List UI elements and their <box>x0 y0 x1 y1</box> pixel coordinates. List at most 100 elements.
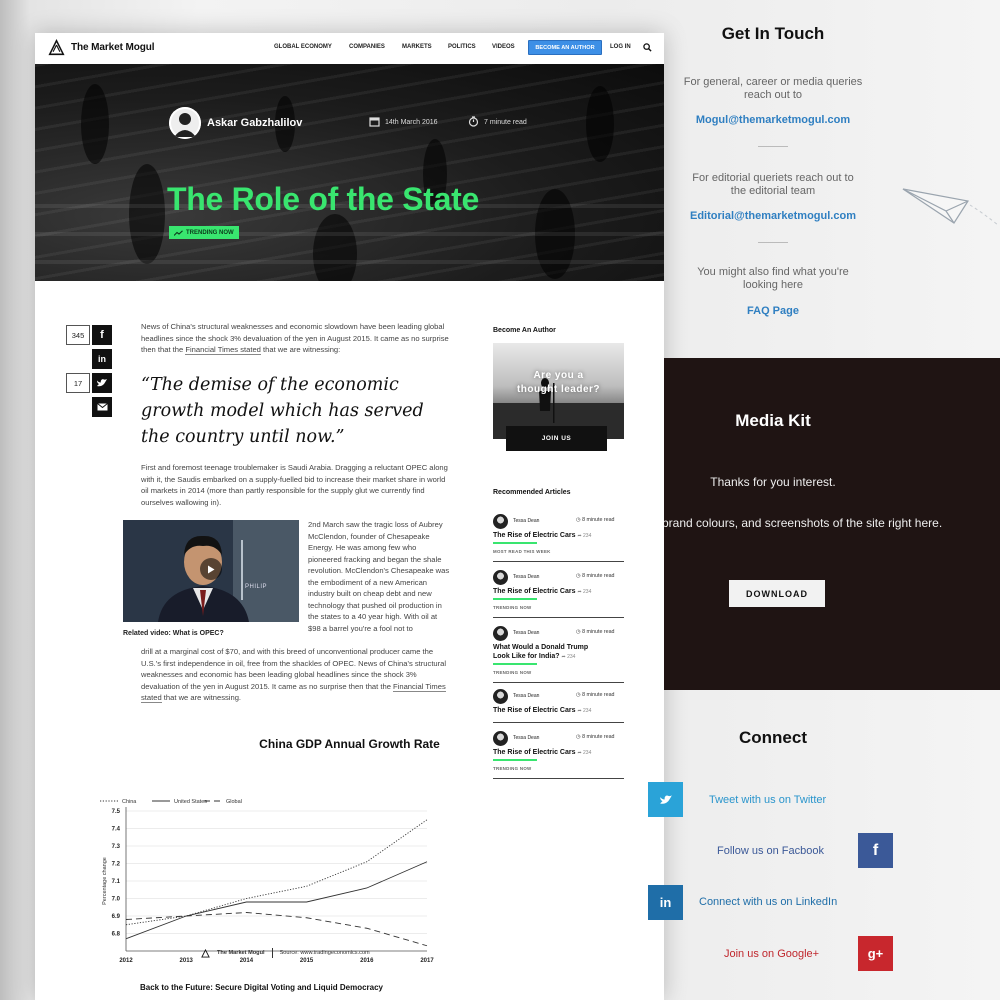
divider <box>493 617 624 618</box>
connect-title: Connect <box>739 728 807 747</box>
nav-videos[interactable]: VIDEOS <box>492 44 515 50</box>
rec-author[interactable]: Tessa Dean <box>513 693 539 699</box>
read-time: 7 minute read <box>484 119 527 126</box>
facebook-icon: f <box>100 329 104 341</box>
author-promo-text: Are you a thought leader? <box>493 369 624 397</box>
general-queries-line-2: reach out to <box>743 89 803 101</box>
avatar <box>493 570 508 585</box>
become-author-heading: Become An Author <box>493 327 556 334</box>
twitter-square[interactable] <box>648 782 683 817</box>
divider <box>493 682 624 683</box>
trend-up-icon <box>174 229 183 236</box>
site-logo[interactable]: The Market Mogul <box>48 39 155 56</box>
google-plus-icon: g+ <box>867 946 884 961</box>
chart-source: Source: www.tradingeconomics.com <box>279 950 370 956</box>
recommended-article[interactable]: Tessa Dean ◷ 8 minute read The Rise of E… <box>493 731 624 781</box>
video-watermark: PHILIP <box>245 584 268 590</box>
author-name[interactable]: Askar Gabzhalilov <box>207 117 302 129</box>
recommended-article[interactable]: Tessa Dean ◷ 8 minute read The Rise of E… <box>493 689 624 725</box>
media-kit-thanks: Thanks for you interest. <box>710 475 836 489</box>
rec-read-time-text: 8 minute read <box>582 734 615 740</box>
nav-companies[interactable]: COMPANIES <box>349 44 385 50</box>
get-in-touch-title: Get In Touch <box>721 24 825 43</box>
nav-politics[interactable]: POLITICS <box>448 44 476 50</box>
rec-title-text[interactable]: The Rise of Electric Cars <box>493 588 575 595</box>
trending-badge[interactable]: TRENDING NOW <box>169 226 239 239</box>
facebook-square[interactable]: f <box>858 833 893 868</box>
twitter-share-count: 17 <box>66 373 90 393</box>
google-plus-square[interactable]: g+ <box>858 936 893 971</box>
paragraph-text: that we are witnessing. <box>161 693 242 702</box>
join-us-button[interactable]: JOIN US <box>506 426 607 451</box>
rec-author[interactable]: Tessa Dean <box>513 574 539 580</box>
pull-quote: “The demise of the economic growth model… <box>141 375 424 447</box>
linkedin-square[interactable]: in <box>648 885 683 920</box>
download-button[interactable]: DOWNLOAD <box>729 580 825 607</box>
rec-title[interactable]: The Rise of Electric Cars ➦ 234 <box>493 748 624 758</box>
share-count-value: 234 <box>567 654 576 660</box>
author-promo-image[interactable]: Are you a thought leader? <box>493 343 624 439</box>
rec-title-text[interactable]: The Rise of Electric Cars <box>493 749 575 756</box>
y-tick-label: 7.2 <box>112 862 121 868</box>
author-portrait-icon <box>169 107 201 139</box>
email-icon <box>96 403 108 411</box>
legend-label: Global <box>226 799 242 805</box>
logo-icon <box>48 39 65 56</box>
rec-author[interactable]: Tessa Dean <box>513 735 539 741</box>
rec-read-time-text: 8 minute read <box>582 692 615 698</box>
email-share-button[interactable] <box>92 397 112 417</box>
linkedin-link[interactable]: Connect with us on LinkedIn <box>699 896 837 908</box>
media-kit-section: Media Kit Thanks for you interest. brand… <box>664 358 1000 690</box>
series-line-global <box>125 912 428 947</box>
video-caption[interactable]: Related video: What is OPEC? <box>123 630 224 637</box>
next-article-link[interactable]: Back to the Future: Secure Digital Votin… <box>140 983 383 992</box>
rec-read-time-text: 8 minute read <box>582 517 615 523</box>
twitter-share-button[interactable] <box>92 373 112 393</box>
rec-title-text[interactable]: The Rise of Electric Cars <box>493 707 575 714</box>
rec-author[interactable]: Tessa Dean <box>513 518 539 524</box>
facebook-link[interactable]: Follow us on Facbook <box>717 845 824 857</box>
become-author-button[interactable]: BECOME AN AUTHOR <box>528 40 602 55</box>
linkedin-share-button[interactable]: in <box>92 349 112 369</box>
share-count-value: 234 <box>583 708 592 714</box>
media-kit-title: Media Kit <box>735 411 811 430</box>
rec-title[interactable]: The Rise of Electric Cars ➦ 234 <box>493 587 624 597</box>
faq-page-link[interactable]: FAQ Page <box>664 305 882 317</box>
recommended-article[interactable]: Tessa Dean ◷ 8 minute read What Would a … <box>493 626 624 684</box>
paragraph-text: that we are witnessing: <box>260 345 341 354</box>
nav-global-economy[interactable]: GLOBAL ECONOMY <box>274 44 332 50</box>
recommended-article[interactable]: Tessa Dean ◷ 8 minute read The Rise of E… <box>493 514 624 564</box>
play-icon[interactable] <box>200 558 222 580</box>
linkedin-icon: in <box>98 354 106 364</box>
rec-title-text[interactable]: The Rise of Electric Cars <box>493 532 575 539</box>
nav-markets[interactable]: MARKETS <box>402 44 432 50</box>
login-link[interactable]: LOG IN <box>610 44 631 50</box>
facebook-share-button[interactable]: f <box>92 325 112 345</box>
general-email-link[interactable]: Mogul@themarketmogul.com <box>664 114 882 126</box>
rec-title[interactable]: The Rise of Electric Cars ➦ 234 <box>493 531 624 541</box>
series-line-united-states <box>125 861 428 940</box>
promo-line-1: Are you a <box>533 370 584 381</box>
rec-read-time: ◷ 8 minute read <box>576 517 614 523</box>
editorial-email-link[interactable]: Editorial@themarketmogul.com <box>664 210 882 222</box>
share-count: ➦ 234 <box>577 750 592 756</box>
google-plus-link[interactable]: Join us on Google+ <box>724 948 819 960</box>
recommended-article[interactable]: Tessa Dean ◷ 8 minute read The Rise of E… <box>493 570 624 620</box>
video-thumbnail[interactable]: PHILIP <box>123 520 299 622</box>
rec-title[interactable]: The Rise of Electric Cars ➦ 234 <box>493 706 624 716</box>
rec-title[interactable]: What Would a Donald Trump Look Like for … <box>493 643 605 662</box>
y-tick-label: 6.8 <box>112 932 121 938</box>
facebook-share-count: 345 <box>66 325 90 345</box>
divider <box>271 948 273 958</box>
calendar-icon <box>369 117 380 127</box>
accent-underline <box>493 598 537 600</box>
accent-underline <box>493 759 537 761</box>
author-avatar[interactable] <box>169 107 201 139</box>
twitter-link[interactable]: Tweet with us on Twitter <box>709 794 826 806</box>
share-count-value: 234 <box>583 589 592 595</box>
financial-times-link[interactable]: Financial Times stated <box>185 345 261 355</box>
rec-author[interactable]: Tessa Dean <box>513 630 539 636</box>
search-icon[interactable] <box>643 43 652 52</box>
chart-footer: The Market Mogul Source: www.tradingecon… <box>201 948 370 958</box>
x-tick-label: 2014 <box>240 958 254 964</box>
